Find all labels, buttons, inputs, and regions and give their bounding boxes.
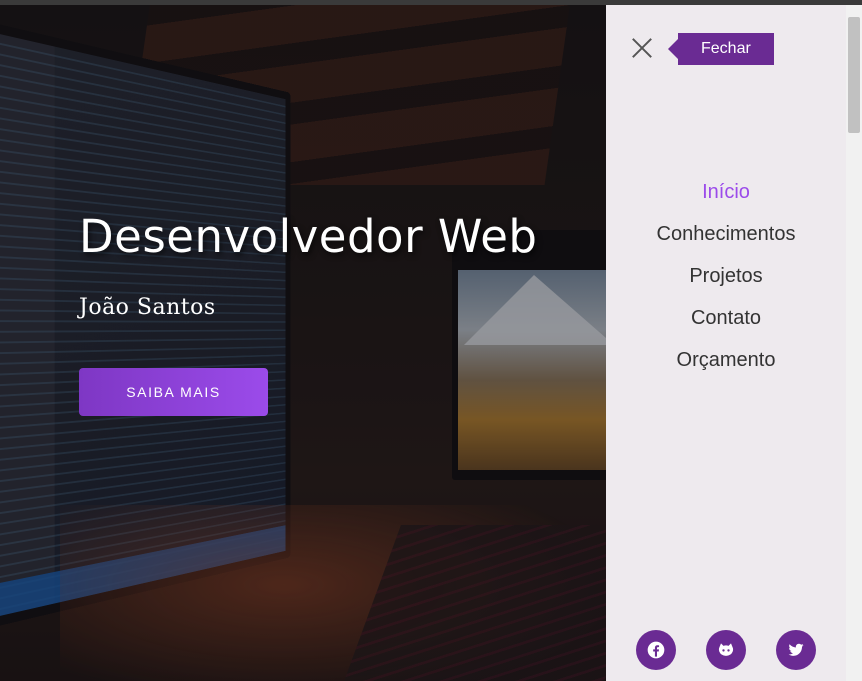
menu-item-projetos[interactable]: Projetos [606,263,846,305]
menu-item-inicio[interactable]: Início [606,179,846,221]
github-button[interactable] [706,630,746,670]
hero-subtitle: João Santos [79,295,216,320]
close-tooltip: Fechar [668,33,774,65]
facebook-button[interactable] [636,630,676,670]
hero-title: Desenvolvedor Web [79,210,538,263]
menu-item-orcamento[interactable]: Orçamento [606,347,846,389]
side-menu: Fechar Início Conhecimentos Projetos Con… [606,5,846,681]
hero-content: Desenvolvedor Web João Santos SAIBA MAIS [79,210,538,416]
menu-item-contato[interactable]: Contato [606,305,846,347]
close-icon[interactable] [629,35,655,61]
menu-item-conhecimentos[interactable]: Conhecimentos [606,221,846,263]
scrollbar-thumb[interactable] [848,17,860,133]
window-top-bar [0,0,862,5]
page-scrollbar[interactable] [846,5,862,681]
twitter-icon [788,643,804,656]
social-links [636,630,816,670]
saiba-mais-button[interactable]: SAIBA MAIS [79,368,268,416]
hero-section: Desenvolvedor Web João Santos SAIBA MAIS [0,5,606,681]
side-menu-list: Início Conhecimentos Projetos Contato Or… [606,179,846,389]
facebook-icon [647,641,665,659]
twitter-button[interactable] [776,630,816,670]
github-icon [718,643,734,656]
